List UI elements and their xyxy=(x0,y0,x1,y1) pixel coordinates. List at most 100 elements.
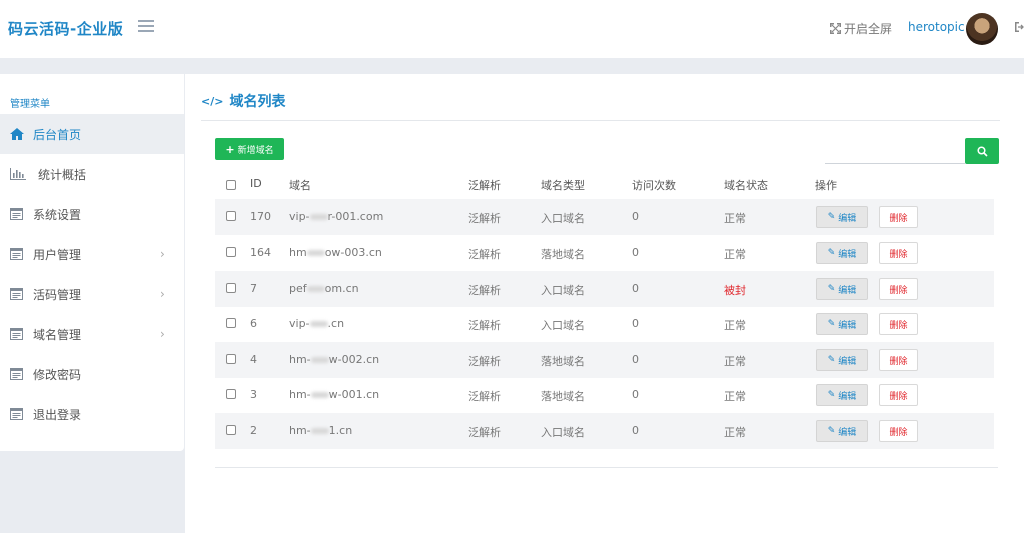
row-checkbox[interactable] xyxy=(226,283,236,293)
cell-status: 正常 xyxy=(724,390,746,403)
table-row: 3 hm-w-001.cn 泛解析 落地域名 0 正常 ✎ 编辑 删除 xyxy=(215,377,994,413)
cell-id: 164 xyxy=(250,246,271,259)
logout-icon[interactable] xyxy=(1014,21,1024,33)
search-input[interactable] xyxy=(825,140,965,164)
cell-type: 入口域名 xyxy=(541,284,585,297)
cell-wildcard: 泛解析 xyxy=(468,212,501,225)
edit-icon: ✎ xyxy=(827,426,836,436)
delete-button[interactable]: 删除 xyxy=(879,384,918,406)
edit-button[interactable]: ✎ 编辑 xyxy=(816,384,868,406)
cell-status: 正常 xyxy=(724,248,746,261)
domain-prefix: hm xyxy=(289,246,307,259)
cell-status: 正常 xyxy=(724,212,746,225)
edit-icon: ✎ xyxy=(827,248,836,258)
edit-label: 编辑 xyxy=(838,249,857,260)
sidebar-item-qrcodes[interactable]: 活码管理 › xyxy=(0,274,184,314)
app-logo[interactable]: 码云活码-企业版 xyxy=(8,18,123,39)
cell-domain: vip- .cn xyxy=(289,317,344,330)
table-row: 7 pef om.cn 泛解析 入口域名 0 被封 ✎ 编辑 删除 xyxy=(215,271,994,307)
sidebar-item-logout[interactable]: 退出登录 xyxy=(0,394,184,434)
username-link[interactable]: herotopic xyxy=(908,20,965,34)
cell-id: 170 xyxy=(250,210,271,223)
cell-domain: hm-w-001.cn xyxy=(289,388,379,401)
delete-button[interactable]: 删除 xyxy=(879,242,918,264)
redaction-mask xyxy=(306,250,325,256)
sidebar-item-users[interactable]: 用户管理 › xyxy=(0,234,184,274)
sidebar-item-label: 退出登录 xyxy=(33,407,82,422)
cell-wildcard: 泛解析 xyxy=(468,426,501,439)
search-button[interactable] xyxy=(965,138,999,164)
cell-type: 入口域名 xyxy=(541,319,585,332)
table-row: 170 vip-r-001.com 泛解析 入口域名 0 正常 ✎ 编辑 删除 xyxy=(215,199,994,235)
domain-suffix: om.cn xyxy=(324,282,359,295)
sidebar: 管理菜单 后台首页 统计概括 系统设置 用户管理 › 活码管理 › 域名管理 ›… xyxy=(0,74,184,451)
domain-prefix: hm- xyxy=(289,353,311,366)
domain-suffix: ow-003.cn xyxy=(324,246,382,259)
sidebar-item-domains[interactable]: 域名管理 › xyxy=(0,314,184,354)
cell-wildcard: 泛解析 xyxy=(468,248,501,261)
edit-icon: ✎ xyxy=(827,355,836,365)
menu-toggle-icon[interactable] xyxy=(138,20,154,34)
cell-domain: pef om.cn xyxy=(289,282,359,295)
delete-label: 删除 xyxy=(889,249,908,260)
delete-button[interactable]: 删除 xyxy=(879,278,918,300)
column-header: 泛解析 xyxy=(468,179,501,192)
column-header: 域名 xyxy=(289,179,311,192)
sidebar-item-settings[interactable]: 系统设置 xyxy=(0,194,184,234)
delete-button[interactable]: 删除 xyxy=(879,349,918,371)
add-domain-button[interactable]: + 新增域名 xyxy=(215,138,284,160)
edit-button[interactable]: ✎ 编辑 xyxy=(816,349,868,371)
select-all-checkbox[interactable] xyxy=(226,180,236,190)
delete-button[interactable]: 删除 xyxy=(879,206,918,228)
edit-icon: ✎ xyxy=(827,390,836,400)
sidebar-item-stats[interactable]: 统计概括 xyxy=(0,154,184,194)
edit-label: 编辑 xyxy=(838,391,857,402)
row-checkbox[interactable] xyxy=(226,318,236,328)
row-checkbox[interactable] xyxy=(226,425,236,435)
row-checkbox[interactable] xyxy=(226,211,236,221)
fullscreen-label: 开启全屏 xyxy=(844,22,893,36)
edit-icon: ✎ xyxy=(827,212,836,222)
header-divider-band xyxy=(0,58,1024,74)
cell-domain: hm-w-002.cn xyxy=(289,353,379,366)
list-icon xyxy=(10,288,24,300)
edit-button[interactable]: ✎ 编辑 xyxy=(816,313,868,335)
list-icon xyxy=(10,248,24,260)
row-checkbox[interactable] xyxy=(226,247,236,257)
chevron-right-icon: › xyxy=(160,247,165,261)
title-divider xyxy=(201,120,1000,121)
page-title-text: 域名列表 xyxy=(229,94,286,110)
edit-label: 编辑 xyxy=(838,356,857,367)
delete-button[interactable]: 删除 xyxy=(879,313,918,335)
edit-button[interactable]: ✎ 编辑 xyxy=(816,420,868,442)
domain-suffix: w-001.cn xyxy=(328,388,380,401)
edit-button[interactable]: ✎ 编辑 xyxy=(816,242,868,264)
delete-label: 删除 xyxy=(889,427,908,438)
delete-button[interactable]: 删除 xyxy=(879,420,918,442)
edit-label: 编辑 xyxy=(838,213,857,224)
chevron-right-icon: › xyxy=(160,327,165,341)
domain-prefix: hm- xyxy=(289,424,311,437)
delete-label: 删除 xyxy=(889,320,908,331)
cell-visits: 0 xyxy=(632,317,639,330)
fullscreen-button[interactable]: 开启全屏 xyxy=(830,20,892,37)
avatar[interactable] xyxy=(966,13,998,45)
row-checkbox[interactable] xyxy=(226,354,236,364)
list-icon xyxy=(10,208,24,220)
cell-visits: 0 xyxy=(632,388,639,401)
row-checkbox[interactable] xyxy=(226,389,236,399)
edit-button[interactable]: ✎ 编辑 xyxy=(816,206,868,228)
sidebar-item-label: 系统设置 xyxy=(33,207,82,222)
column-header: ID xyxy=(250,177,262,190)
add-domain-label: 新增域名 xyxy=(237,145,274,156)
cell-type: 落地域名 xyxy=(541,248,585,261)
table-row: 6 vip- .cn 泛解析 入口域名 0 正常 ✎ 编辑 删除 xyxy=(215,306,994,342)
search-icon xyxy=(976,145,988,157)
cell-id: 7 xyxy=(250,282,257,295)
sidebar-item-change-password[interactable]: 修改密码 xyxy=(0,354,184,394)
cell-wildcard: 泛解析 xyxy=(468,284,501,297)
cell-domain: hm ow-003.cn xyxy=(289,246,382,259)
column-header: 操作 xyxy=(815,179,837,192)
sidebar-item-home[interactable]: 后台首页 xyxy=(0,114,184,154)
edit-button[interactable]: ✎ 编辑 xyxy=(816,278,868,300)
